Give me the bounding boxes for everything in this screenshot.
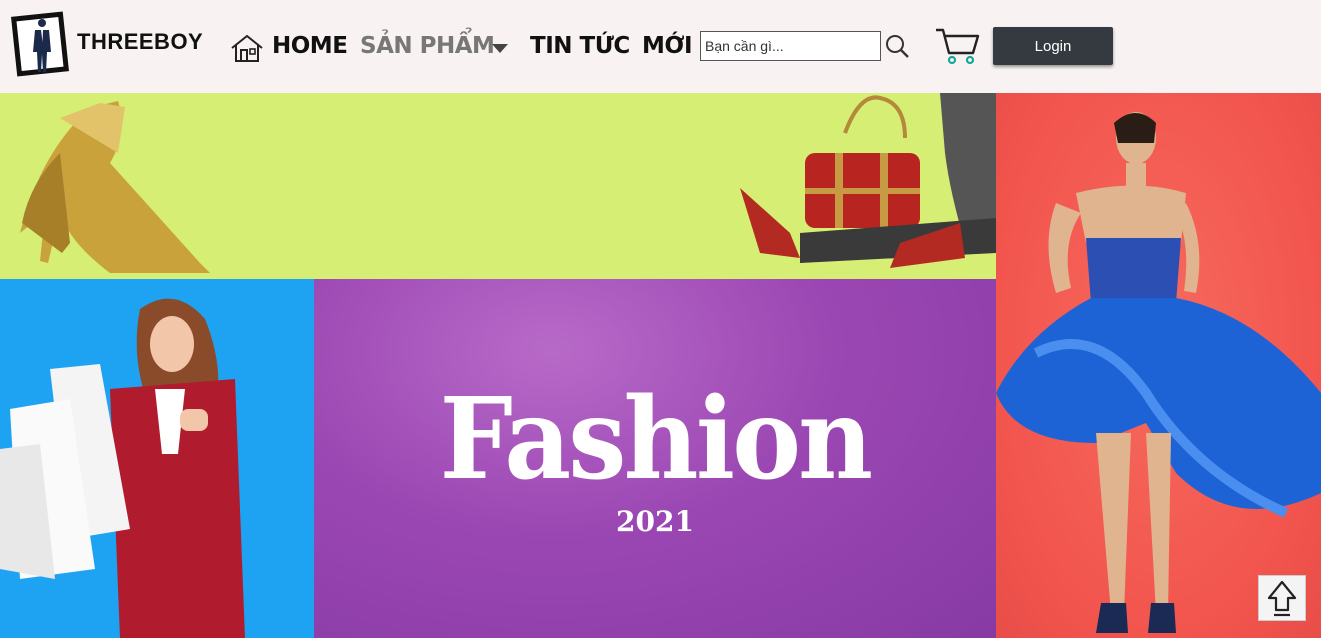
banner-year: 2021	[616, 505, 694, 538]
cart-icon[interactable]	[934, 27, 980, 65]
logo-text[interactable]: THREEBOY	[77, 29, 203, 55]
shopping-woman-image	[0, 298, 245, 638]
search-icon[interactable]	[884, 33, 910, 59]
banner-middle-panel: Fashion 2021	[314, 279, 996, 638]
login-button[interactable]: Login	[993, 27, 1113, 65]
nav-news[interactable]: TIN TỨC	[530, 33, 630, 59]
nav-home[interactable]: HOME	[272, 33, 348, 59]
site-header: THREEBOY HOME SẢN PHẨM TIN TỨC MỚI Login	[0, 0, 1321, 93]
banner-right-panel	[996, 93, 1321, 638]
chevron-down-icon[interactable]	[492, 44, 508, 53]
banner-top-panel	[0, 93, 996, 279]
home-icon[interactable]	[230, 33, 264, 63]
banner-title: Fashion	[439, 374, 873, 505]
logo-icon	[33, 19, 51, 72]
scroll-to-top-button[interactable]	[1258, 575, 1306, 621]
nav-products[interactable]: SẢN PHẨM	[360, 33, 495, 59]
search-input[interactable]	[700, 31, 881, 61]
arrow-up-icon	[1267, 580, 1297, 617]
dress-model-image	[996, 112, 1321, 633]
nav-new[interactable]: MỚI	[642, 33, 693, 59]
hero-banner: Fashion 2021	[0, 93, 1321, 638]
banner-left-panel	[0, 279, 314, 638]
shoes-bag-image	[20, 93, 996, 273]
